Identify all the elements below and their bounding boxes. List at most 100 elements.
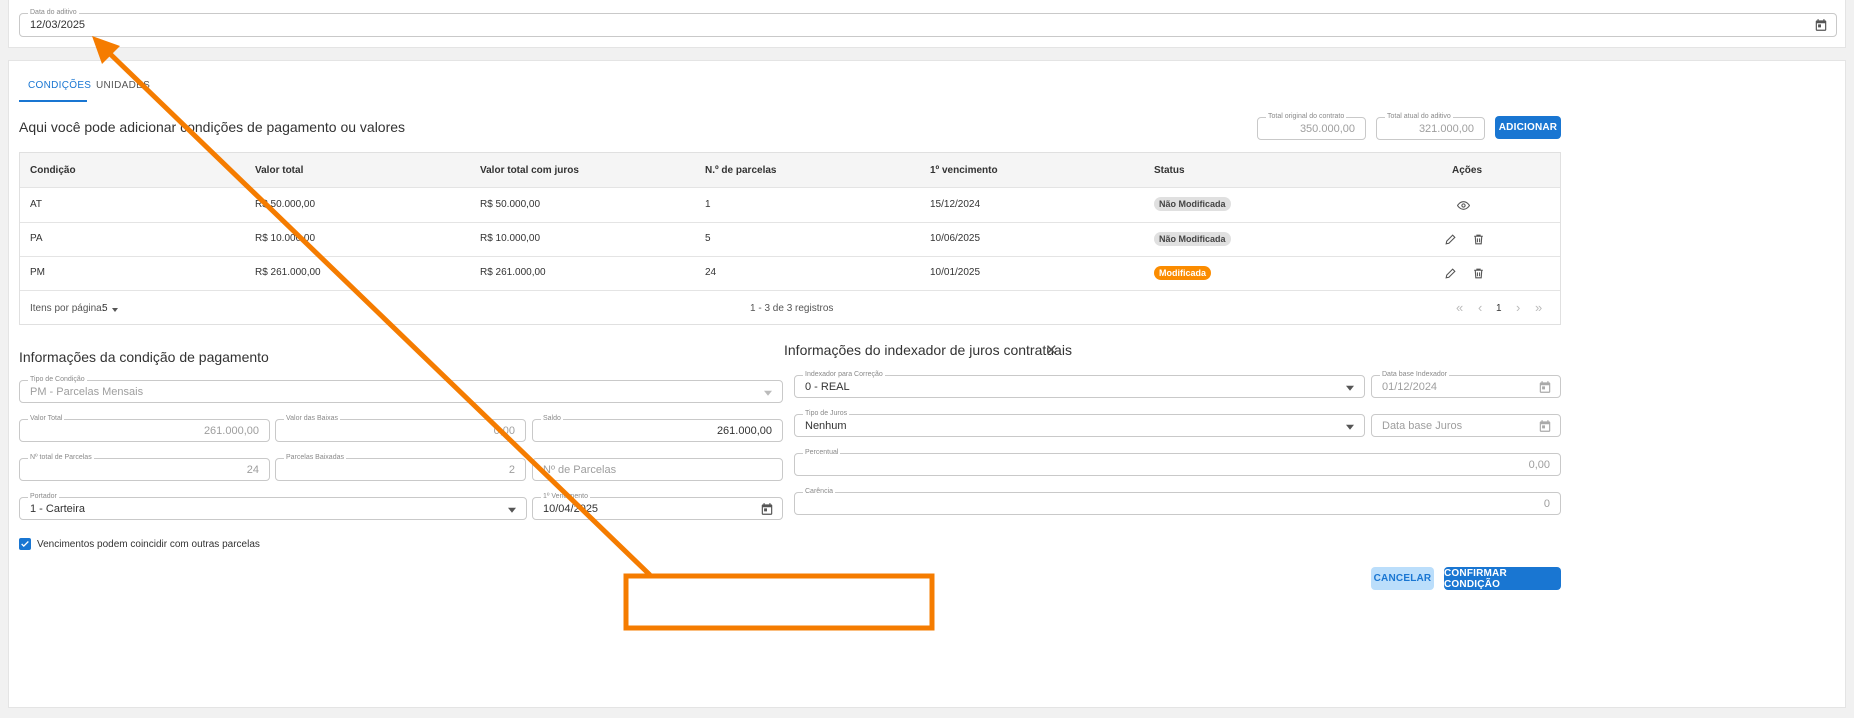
indexador-value: 0 - REAL (805, 380, 850, 393)
close-icon[interactable]: ✕ (1045, 341, 1058, 359)
table-row: AT R$ 50.000,00 R$ 50.000,00 1 15/12/202… (20, 188, 1560, 222)
data-base-juros-field[interactable]: Data base Juros (1371, 414, 1561, 437)
valor-total-field: Valor Total 261.000,00 (19, 414, 270, 442)
next-page-icon[interactable]: › (1516, 300, 1520, 315)
total-atual-value: 321.000,00 (1418, 122, 1474, 135)
status-badge: Não Modificada (1154, 232, 1231, 246)
last-page-icon[interactable]: » (1535, 300, 1542, 315)
cell-parcelas: 24 (705, 267, 717, 278)
data-aditivo-field[interactable]: Data do aditivo 12/03/2025 (19, 8, 1837, 37)
percentual-field[interactable]: Percentual 0,00 (794, 448, 1561, 476)
saldo-field[interactable]: Saldo 261.000,00 (532, 414, 783, 442)
valor-baixas-field: Valor das Baixas 0,00 (275, 414, 526, 442)
percentual-label: Percentual (803, 448, 841, 458)
carencia-field[interactable]: Carência 0 (794, 487, 1561, 515)
table-row: PM R$ 261.000,00 R$ 261.000,00 24 10/01/… (20, 256, 1560, 290)
eye-icon[interactable] (1457, 199, 1470, 212)
parcelas-baixadas-label: Parcelas Baixadas (284, 453, 346, 463)
carencia-label: Carência (803, 487, 836, 497)
calendar-icon[interactable] (1814, 18, 1828, 32)
cell-valor-total: R$ 261.000,00 (255, 267, 321, 278)
n-total-parcelas-value: 24 (246, 463, 259, 476)
valor-total-label: Valor Total (28, 414, 65, 424)
tipo-condicao-field: Tipo de Condição PM - Parcelas Mensais (19, 375, 783, 403)
col-valor-juros: Valor total com juros (480, 165, 579, 176)
coincidir-checkbox[interactable] (19, 538, 31, 550)
vencimento-field[interactable]: 1º Vencimento 10/04/2025 (532, 492, 783, 520)
col-acoes: Ações (1452, 165, 1483, 176)
n-total-parcelas-field: Nº total de Parcelas 24 (19, 453, 270, 481)
current-page[interactable]: 1 (1496, 303, 1502, 314)
per-page-label: Itens por página: (30, 303, 105, 314)
conditions-table: Condição Valor total Valor total com jur… (19, 152, 1561, 325)
checkmark-icon (21, 541, 29, 547)
saldo-label: Saldo (541, 414, 563, 424)
first-page-icon[interactable]: « (1456, 300, 1463, 315)
n-parcelas-input[interactable]: Nº de Parcelas (532, 458, 783, 481)
status-badge: Não Modificada (1154, 197, 1231, 211)
calendar-icon[interactable] (760, 502, 774, 516)
data-aditivo-value: 12/03/2025 (30, 19, 86, 31)
portador-value: 1 - Carteira (30, 502, 86, 515)
status-badge: Modificada (1154, 266, 1212, 280)
tipo-condicao-value: PM - Parcelas Mensais (30, 385, 144, 398)
indexador-select[interactable]: Indexador para Correção 0 - REAL (794, 370, 1365, 398)
total-original-field: Total original do contrato 350.000,00 (1257, 112, 1366, 140)
percentual-value: 0,00 (1528, 458, 1550, 471)
cell-valor-juros: R$ 261.000,00 (480, 267, 546, 278)
payment-info-title: Informações da condição de pagamento (19, 349, 269, 365)
cell-vencimento: 10/01/2025 (930, 267, 981, 278)
calendar-icon[interactable] (1538, 419, 1552, 433)
chevron-down-icon[interactable] (508, 507, 516, 513)
pencil-icon[interactable] (1444, 267, 1457, 280)
chevron-down-icon[interactable] (1346, 424, 1354, 430)
data-base-indexador-value: 01/12/2024 (1382, 380, 1438, 393)
valor-baixas-label: Valor das Baixas (284, 414, 341, 424)
col-vencimento: 1º vencimento (930, 165, 998, 176)
tipo-juros-select[interactable]: Tipo de Juros Nenhum (794, 409, 1365, 437)
confirm-condition-button[interactable]: CONFIRMAR CONDIÇÃO (1444, 567, 1561, 590)
total-atual-field: Total atual do aditivo 321.000,00 (1376, 112, 1485, 140)
prev-page-icon[interactable]: ‹ (1478, 300, 1482, 315)
trash-icon[interactable] (1472, 233, 1485, 246)
total-original-value: 350.000,00 (1299, 122, 1355, 135)
aditivo-card: Data do aditivo 12/03/2025 (8, 0, 1846, 48)
cancel-button[interactable]: CANCELAR (1371, 567, 1434, 590)
pencil-icon[interactable] (1444, 233, 1457, 246)
valor-baixas-value: 0,00 (493, 424, 515, 437)
cell-parcelas: 1 (705, 199, 711, 210)
divider (20, 290, 1560, 291)
tab-unidades[interactable]: UNIDADES (96, 80, 150, 91)
data-base-indexador-field: Data base Indexador 01/12/2024 (1371, 370, 1561, 398)
calendar-icon (1539, 380, 1551, 393)
range-text: 1 - 3 de 3 registros (750, 303, 834, 314)
chevron-down-icon[interactable] (112, 308, 118, 312)
parcelas-baixadas-field: Parcelas Baixadas 2 (275, 453, 526, 481)
col-valor-total: Valor total (255, 165, 304, 176)
chevron-down-icon (764, 390, 772, 396)
saldo-value: 261.000,00 (716, 424, 772, 437)
cell-valor-juros: R$ 50.000,00 (480, 199, 541, 210)
add-button[interactable]: ADICIONAR (1495, 116, 1561, 139)
tab-condicoes[interactable]: CONDIÇÕES (28, 80, 91, 91)
table-row: PA R$ 10.000,00 R$ 10.000,00 5 10/06/202… (20, 222, 1560, 256)
cell-parcelas: 5 (705, 233, 711, 244)
data-base-juros-placeholder: Data base Juros (1382, 419, 1463, 432)
col-status: Status (1154, 165, 1185, 176)
valor-total-value: 261.000,00 (203, 424, 259, 437)
col-parcelas: N.º de parcelas (705, 165, 777, 176)
chevron-down-icon[interactable] (1346, 385, 1354, 391)
vencimento-value: 10/04/2025 (543, 502, 599, 515)
cell-vencimento: 15/12/2024 (930, 199, 981, 210)
trash-icon[interactable] (1472, 267, 1485, 280)
portador-select[interactable]: Portador 1 - Carteira (19, 492, 527, 520)
tab-condicoes-indicator (19, 100, 87, 102)
n-parcelas-placeholder: Nº de Parcelas (543, 463, 617, 476)
per-page-select[interactable]: 5 (102, 303, 108, 314)
cell-valor-total: R$ 10.000,00 (255, 233, 316, 244)
cell-vencimento: 10/06/2025 (930, 233, 981, 244)
carencia-value: 0 (1543, 497, 1550, 510)
cell-valor-juros: R$ 10.000,00 (480, 233, 541, 244)
cell-valor-total: R$ 50.000,00 (255, 199, 316, 210)
col-condicao: Condição (30, 165, 76, 176)
